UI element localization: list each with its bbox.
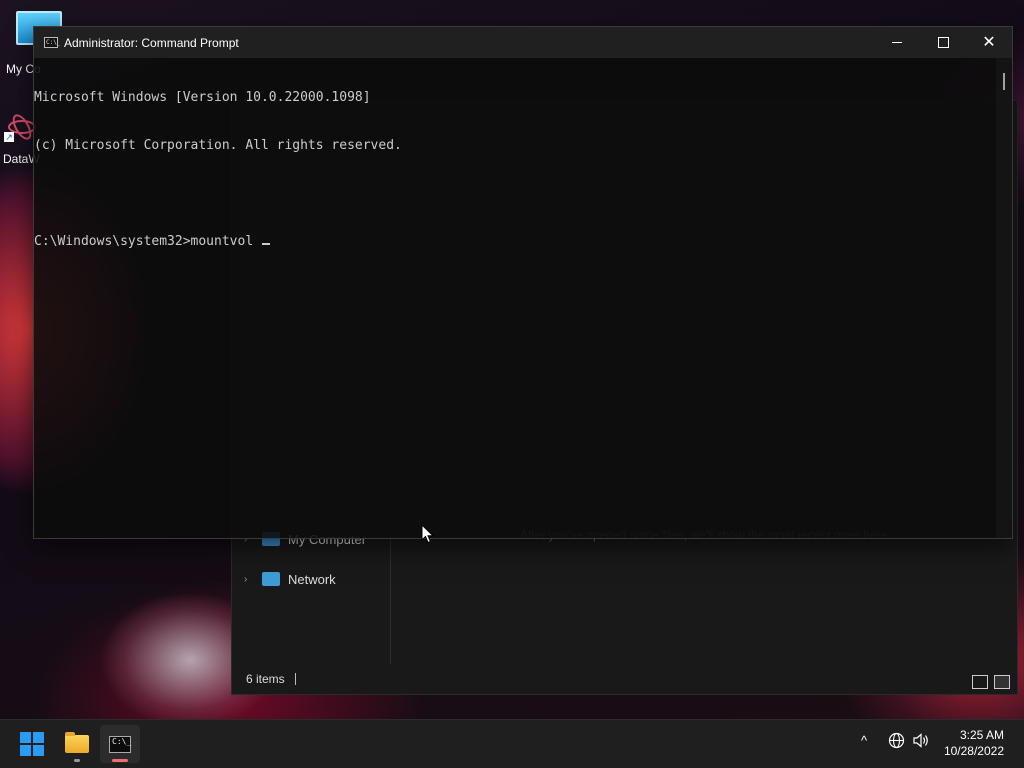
network-globe-icon[interactable] [888,732,905,753]
close-button[interactable]: ✕ [966,27,1012,58]
shortcut-arrow-icon: ↗ [4,132,14,142]
title-bar[interactable]: C:\_ Administrator: Command Prompt ✕ [34,27,1012,58]
details-view-button[interactable] [972,675,988,689]
vertical-scrollbar[interactable] [996,58,1012,538]
scrollbar-thumb[interactable] [1003,73,1005,90]
window-title: Administrator: Command Prompt [64,35,239,50]
mouse-pointer-icon [421,524,435,544]
system-clock[interactable]: 3:25 AM 10/28/2022 [944,727,1004,759]
nav-item-label: Network [288,571,336,587]
nav-item-network[interactable]: › Network [244,568,336,590]
close-icon: ✕ [982,33,996,51]
data-app-icon: ↗ [4,110,36,142]
show-hidden-icons-chevron-up-icon[interactable]: ^ [861,733,867,748]
network-icon [262,572,280,586]
start-button[interactable] [12,725,52,763]
clock-date: 10/28/2022 [943,744,1004,758]
cmd-icon: C:\_ [109,735,131,753]
cmd-icon: C:\_ [44,37,61,48]
command-prompt-taskbar-button[interactable]: C:\_ [100,725,140,763]
item-count: 6 items [246,672,285,686]
folder-icon [65,732,89,753]
taskbar: C:\_ ^ 3:25 AM 10/28/2022 [0,719,1024,768]
windows-logo-icon [20,732,44,756]
maximize-icon [937,37,949,48]
volume-icon[interactable] [912,732,930,753]
status-bar: 6 items [232,664,1017,694]
minimize-icon [892,42,902,43]
status-divider [294,673,296,685]
tiles-view-button[interactable] [994,675,1010,689]
console-prompt-line[interactable]: C:\Windows\system32>mountvol [34,234,996,250]
minimize-button[interactable] [874,27,920,58]
console-command: C:\Windows\system32>mountvol [34,234,261,249]
console-output[interactable]: Microsoft Windows [Version 10.0.22000.10… [34,58,996,538]
active-indicator [112,759,128,762]
running-indicator [74,759,80,762]
text-cursor [261,243,270,245]
chevron-right-icon[interactable]: › [244,574,254,585]
clock-time: 3:25 AM [959,728,1004,742]
console-line: Microsoft Windows [Version 10.0.22000.10… [34,90,371,105]
file-explorer-taskbar-button[interactable] [57,725,97,763]
command-prompt-window[interactable]: C:\_ Administrator: Command Prompt ✕ Mic… [33,26,1013,539]
maximize-button[interactable] [920,27,966,58]
console-line: (c) Microsoft Corporation. All rights re… [34,138,402,153]
